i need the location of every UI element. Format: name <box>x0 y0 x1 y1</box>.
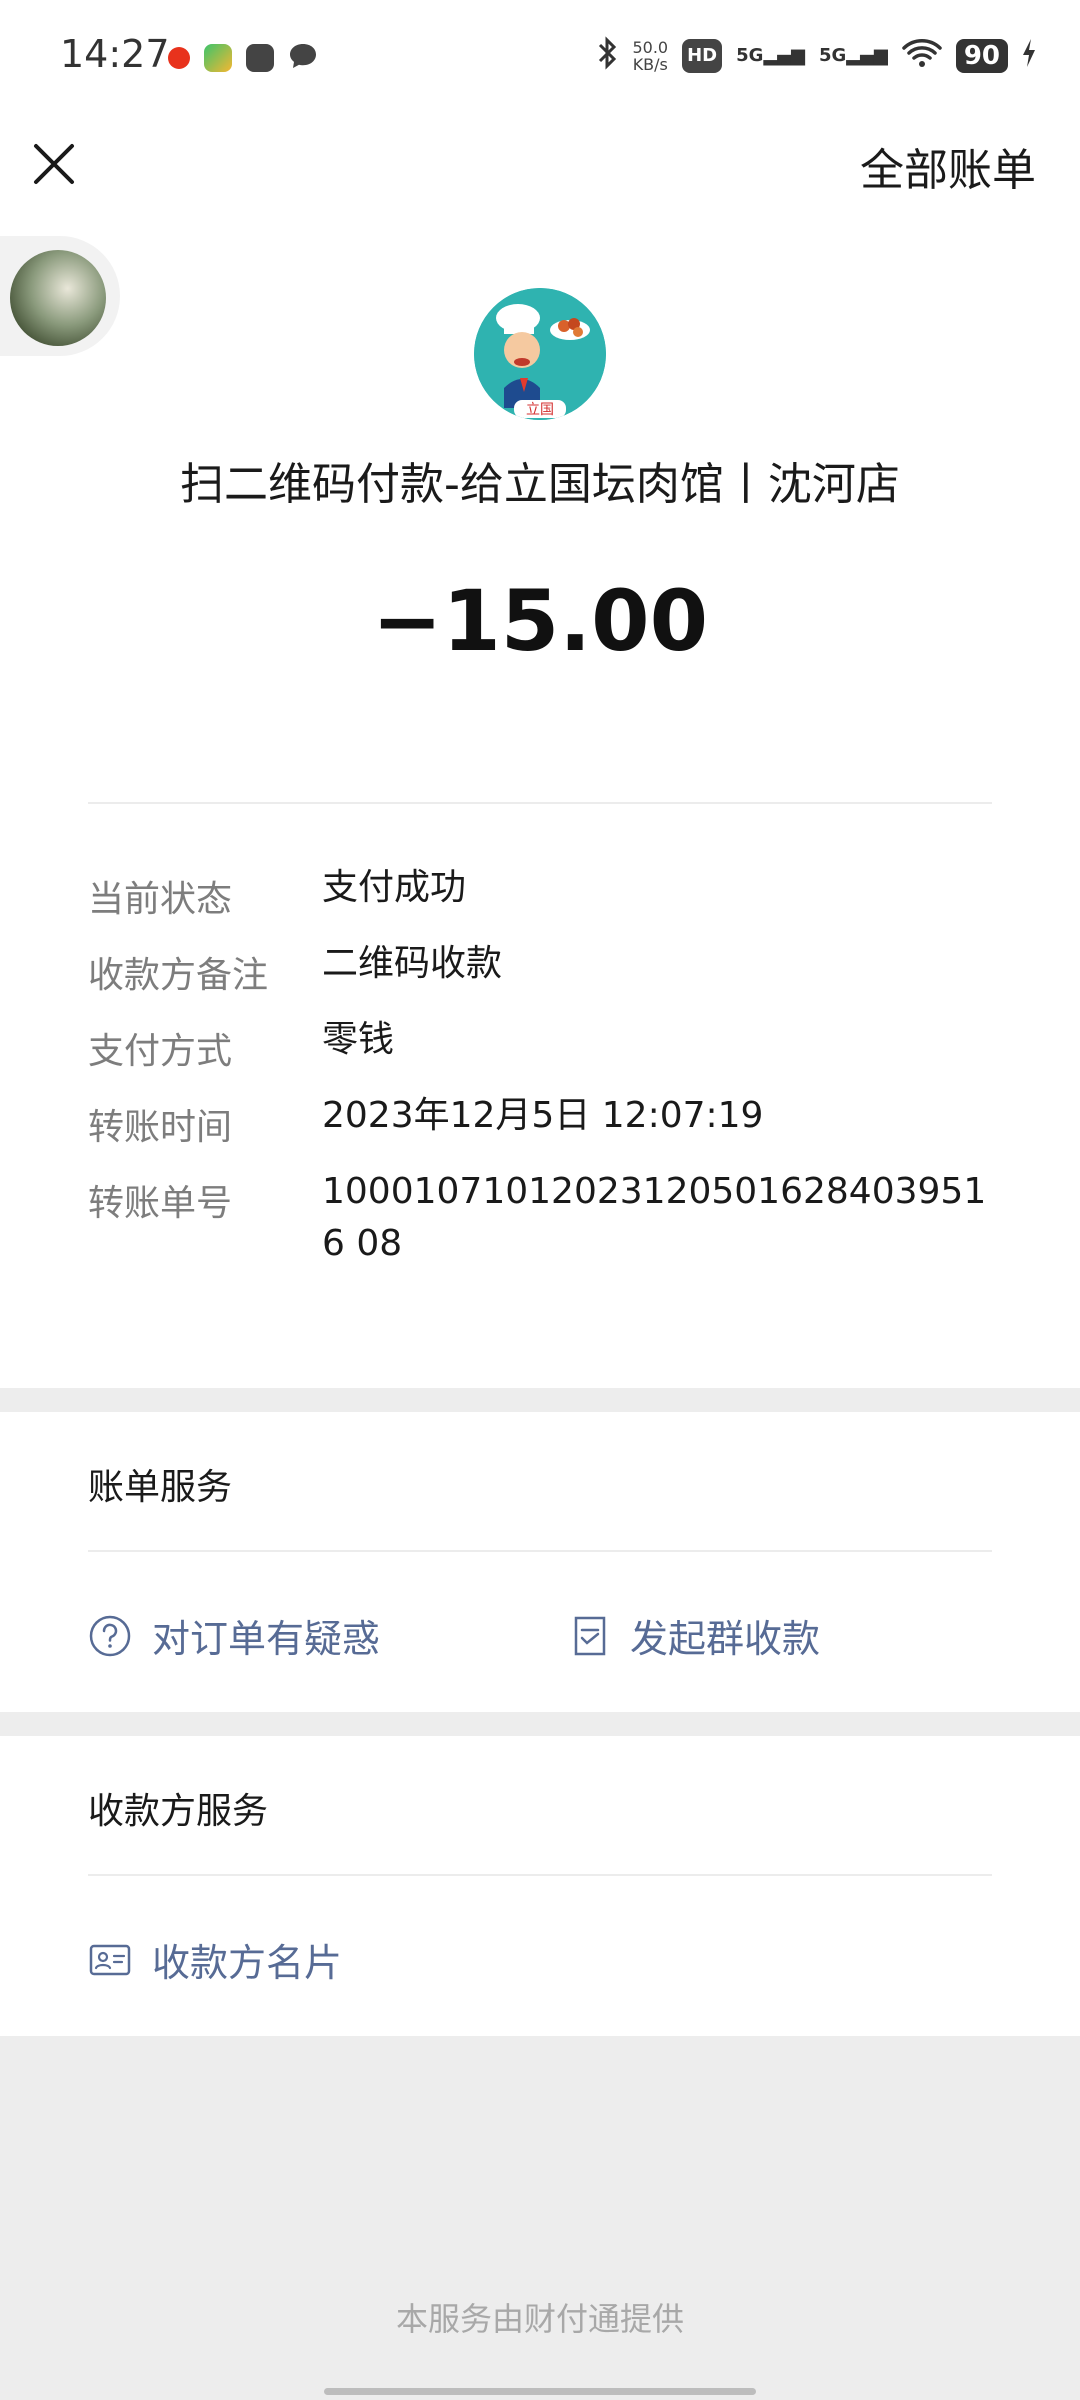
nav-bar: 全部账单 <box>0 120 1080 226</box>
detail-label: 支付方式 <box>88 1031 233 1072</box>
receipt-icon <box>574 1616 606 1655</box>
bluetooth-icon <box>596 36 618 75</box>
home-indicator[interactable] <box>324 2388 756 2395</box>
status-time: 14:27 <box>60 32 170 76</box>
floating-avatar-image <box>10 250 106 346</box>
group-collect-label: 发起群收款 <box>630 1617 821 1661</box>
wifi-icon <box>902 38 942 73</box>
close-icon <box>34 144 74 184</box>
detail-label: 收款方备注 <box>88 955 269 996</box>
bill-service-section: 账单服务 对订单有疑惑 发起群收款 <box>0 1412 1080 1712</box>
floating-window[interactable] <box>0 236 120 356</box>
payee-card-label: 收款方名片 <box>152 1941 343 1985</box>
payment-amount: −15.00 <box>371 572 709 670</box>
detail-label: 转账单号 <box>88 1183 233 1224</box>
notification-icons <box>168 42 318 74</box>
close-button[interactable] <box>28 138 80 190</box>
net-speed-unit: KB/s <box>632 54 668 74</box>
status-bar: 14:27 50.0 KB/s HD 5G▂▄▆ 5G▂▄▆ 90 <box>0 0 1080 120</box>
battery-level: 90 <box>955 38 1008 73</box>
hd-badge: HD <box>682 38 723 73</box>
detail-label: 转账时间 <box>88 1107 233 1148</box>
video-app-icon <box>204 44 232 72</box>
signal-5g-1: 5G▂▄▆ <box>736 45 805 66</box>
signal-label-2: 5G <box>818 45 847 66</box>
play-icon <box>246 44 274 72</box>
order-question-link[interactable]: 对订单有疑惑 <box>88 1608 380 1663</box>
detail-value: 二维码收款 <box>322 943 503 984</box>
business-card-icon <box>89 1944 131 1975</box>
detail-value: 零钱 <box>322 1019 395 1060</box>
all-bills-link[interactable]: 全部账单 <box>860 134 1036 198</box>
net-speed-value: 50.0 <box>632 37 669 57</box>
signal-5g-2: 5G▂▄▆ <box>818 45 888 66</box>
merchant-title: 扫二维码付款-给立国坛肉馆丨沈河店 <box>180 459 900 510</box>
chef-icon: 立国 <box>474 288 606 420</box>
divider <box>88 802 992 804</box>
svg-text:立国: 立国 <box>526 402 554 418</box>
section-title: 收款方服务 <box>88 1791 269 1832</box>
signal-label-1: 5G <box>736 45 764 66</box>
merchant-logo: 立国 <box>474 288 606 420</box>
divider <box>88 1874 992 1876</box>
detail-label: 当前状态 <box>88 879 233 920</box>
chat-bubble-icon <box>288 42 318 74</box>
order-question-label: 对订单有疑惑 <box>152 1617 381 1661</box>
footer-text: 本服务由财付通提供 <box>395 2300 684 2338</box>
divider <box>88 1550 992 1552</box>
status-indicators: 50.0 KB/s HD 5G▂▄▆ 5G▂▄▆ 90 <box>596 36 1036 75</box>
detail-value: 2023年12月5日 12:07:19 <box>322 1095 764 1136</box>
app-notification-icon <box>168 47 190 69</box>
group-collect-link[interactable]: 发起群收款 <box>570 1608 820 1663</box>
net-speed: 50.0 KB/s <box>632 39 668 73</box>
section-title: 账单服务 <box>88 1467 233 1508</box>
question-circle-icon <box>89 1615 131 1656</box>
payee-card-link[interactable]: 收款方名片 <box>88 1932 342 1987</box>
detail-value: 100010710120231205016284039516 08 <box>322 1171 987 1264</box>
charging-icon <box>1022 38 1036 73</box>
detail-value: 支付成功 <box>322 867 467 908</box>
payee-service-section: 收款方服务 收款方名片 <box>0 1736 1080 2036</box>
